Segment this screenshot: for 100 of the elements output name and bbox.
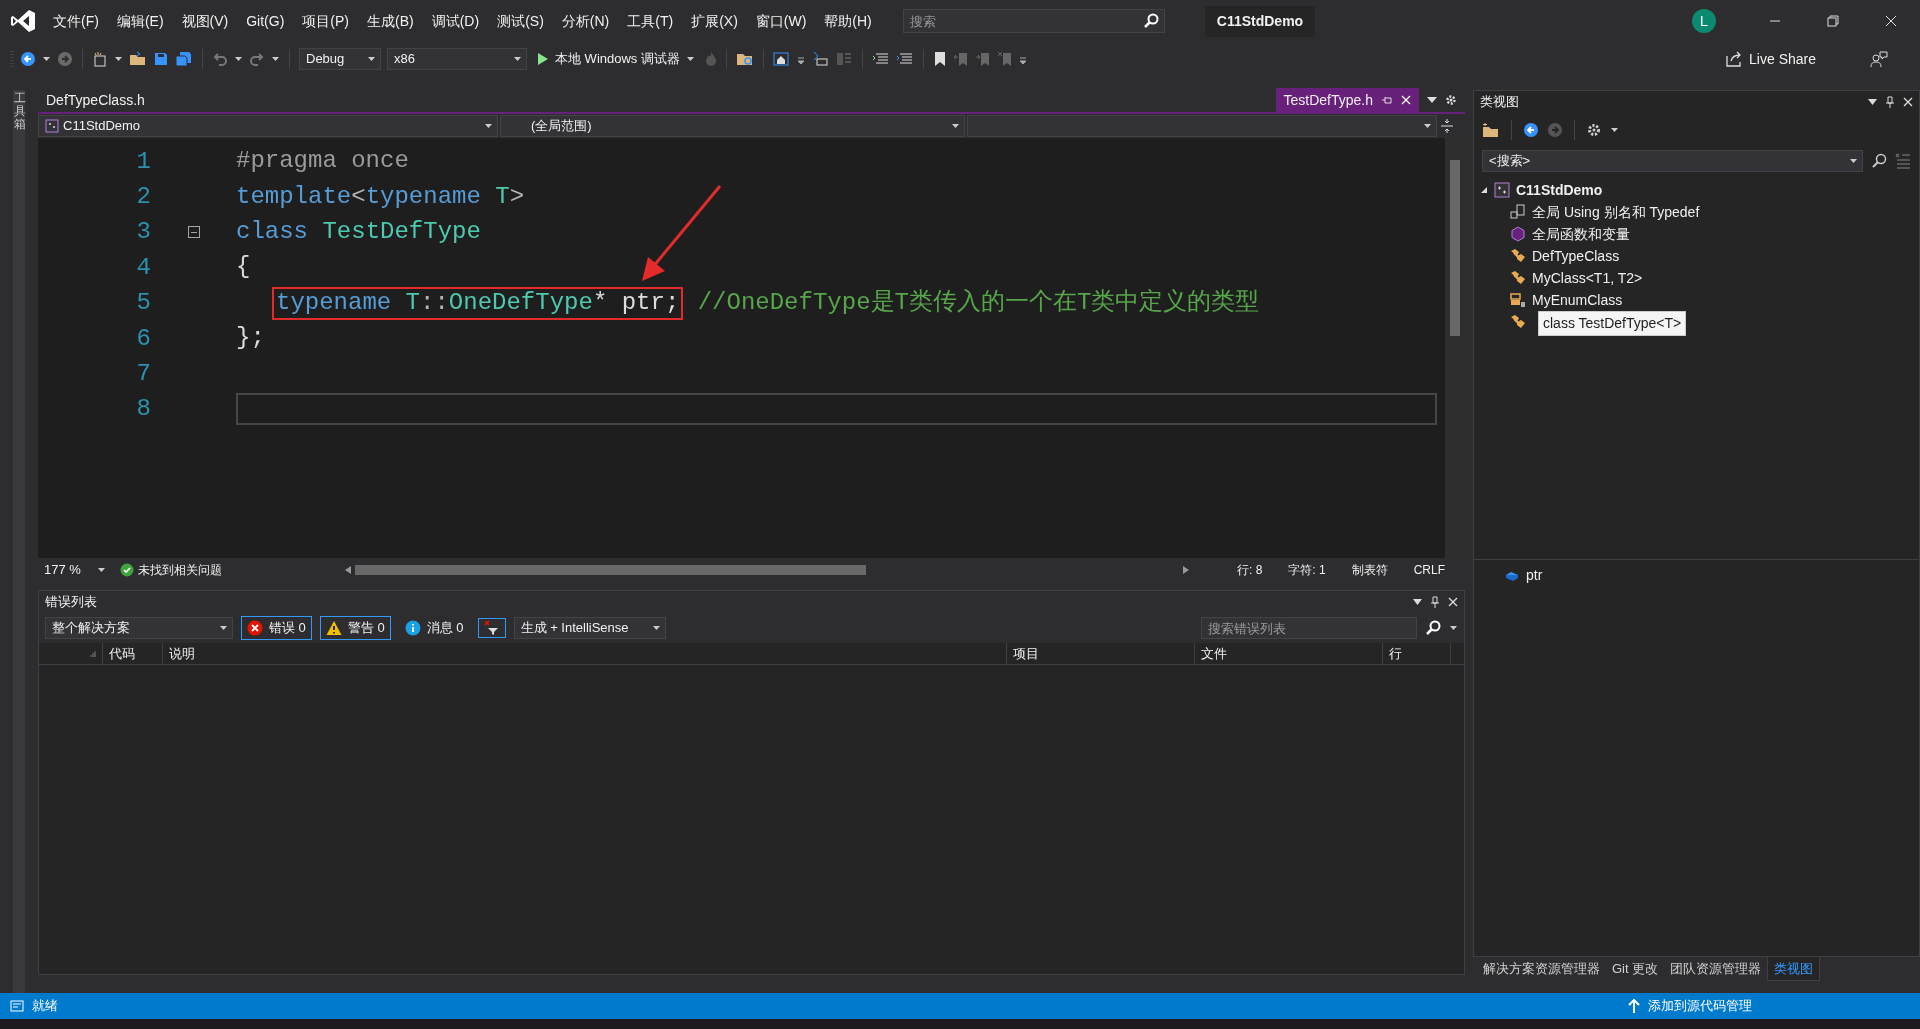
- menu-item[interactable]: 分析(N): [552, 6, 619, 36]
- new-folder-icon[interactable]: [1482, 122, 1500, 138]
- tree-item[interactable]: 全局 Using 别名和 Typedef: [1532, 201, 1700, 223]
- run-debugger-button[interactable]: 本地 Windows 调试器: [533, 47, 699, 71]
- caret-icon[interactable]: [1610, 126, 1619, 134]
- clear-bookmarks-icon[interactable]: [996, 51, 1013, 67]
- menu-item[interactable]: 文件(F): [44, 6, 108, 36]
- folder-search-icon[interactable]: [735, 51, 754, 67]
- settings-icon[interactable]: [1586, 122, 1602, 138]
- tree-item[interactable]: 全局函数和变量: [1532, 223, 1630, 245]
- restore-icon[interactable]: [1827, 15, 1839, 27]
- filter-icon[interactable]: [483, 620, 500, 636]
- toolbox-tab[interactable]: 工具箱: [13, 90, 25, 993]
- caret-icon[interactable]: [1449, 624, 1458, 632]
- menu-item[interactable]: 测试(S): [488, 6, 553, 36]
- editor-tab[interactable]: TestDefType.h: [1275, 88, 1419, 112]
- caret-icon[interactable]: [234, 55, 243, 63]
- menu-item[interactable]: 编辑(E): [107, 6, 173, 36]
- source-control-button[interactable]: 添加到源代码管理: [1648, 996, 1752, 1016]
- menu-item[interactable]: 生成(B): [358, 6, 423, 36]
- column-header[interactable]: 代码: [103, 643, 163, 664]
- platform-dropdown[interactable]: x86: [387, 48, 527, 70]
- column-header[interactable]: 行: [1383, 643, 1451, 664]
- back-icon[interactable]: [1523, 122, 1539, 138]
- caret-icon[interactable]: [114, 55, 123, 63]
- menu-item[interactable]: 项目(P): [293, 6, 358, 36]
- next-bookmark-icon[interactable]: [974, 51, 991, 67]
- scroll-arrow-icon[interactable]: [345, 565, 351, 574]
- new-project-icon[interactable]: [92, 51, 108, 67]
- search-icon[interactable]: [1871, 153, 1887, 169]
- caret-icon[interactable]: [271, 55, 280, 63]
- comment-lines-icon[interactable]: [871, 51, 890, 67]
- back-icon[interactable]: [20, 51, 36, 67]
- configuration-dropdown[interactable]: Debug: [299, 48, 381, 70]
- up-arrow-icon[interactable]: [1628, 999, 1640, 1013]
- pin-icon[interactable]: [1430, 596, 1440, 608]
- redo-icon[interactable]: [249, 51, 265, 67]
- forward-icon[interactable]: [57, 51, 73, 67]
- collapse-icon[interactable]: [187, 226, 200, 239]
- panel-tab[interactable]: 解决方案资源管理器: [1477, 957, 1606, 981]
- scroll-arrow-icon[interactable]: [1182, 565, 1189, 574]
- scope-dropdown[interactable]: 整个解决方案: [45, 617, 233, 639]
- navigation-dropdown[interactable]: C11StdDemo: [38, 115, 498, 137]
- live-share-button[interactable]: Live Share: [1719, 47, 1822, 71]
- column-header[interactable]: 项目: [1007, 643, 1195, 664]
- menu-item[interactable]: Git(G): [237, 6, 294, 36]
- search-icon[interactable]: [1142, 13, 1159, 29]
- home-window-icon[interactable]: [772, 51, 791, 67]
- tree-item[interactable]: C11StdDemo: [1516, 179, 1603, 201]
- member-item[interactable]: ptr: [1526, 564, 1543, 586]
- panel-tab[interactable]: Git 更改: [1606, 957, 1665, 981]
- uncomment-lines-icon[interactable]: [895, 51, 914, 67]
- pin-icon[interactable]: [1885, 96, 1895, 108]
- close-icon[interactable]: [1885, 15, 1897, 27]
- code-text: };: [236, 324, 265, 354]
- tab-list-caret-icon[interactable]: [1427, 96, 1437, 104]
- caret-icon[interactable]: [42, 55, 51, 63]
- dropdown-icon[interactable]: [1868, 98, 1877, 106]
- expand-icon[interactable]: [1480, 186, 1488, 194]
- close-icon[interactable]: [1448, 597, 1458, 607]
- tree-item[interactable]: MyEnumClass: [1532, 289, 1623, 311]
- tree-item[interactable]: DefTypeClass: [1532, 245, 1620, 267]
- save-icon[interactable]: [153, 51, 169, 67]
- bookmark-icon[interactable]: [932, 51, 947, 67]
- column-header[interactable]: 说明: [163, 643, 1007, 664]
- save-all-icon[interactable]: [175, 51, 193, 67]
- close-icon[interactable]: [1903, 97, 1913, 107]
- menu-item[interactable]: 视图(V): [172, 6, 238, 36]
- menu-item[interactable]: 帮助(H): [815, 6, 881, 36]
- tree-item[interactable]: MyClass<T1, T2>: [1532, 267, 1643, 289]
- search-field[interactable]: 搜索: [902, 9, 1165, 33]
- panel-tab[interactable]: 团队资源管理器: [1664, 957, 1768, 981]
- horizontal-scrollbar[interactable]: [345, 562, 1189, 577]
- search-icon[interactable]: [1425, 620, 1441, 636]
- menu-item[interactable]: 窗口(W): [746, 6, 816, 36]
- open-folder-icon[interactable]: [129, 51, 147, 67]
- search-field[interactable]: 搜索错误列表: [1201, 617, 1417, 639]
- split-icon[interactable]: [1439, 118, 1455, 134]
- menu-item[interactable]: 调试(D): [422, 6, 489, 36]
- code-text: //OneDefType是T类传入的一个在T类中定义的类型: [696, 288, 1260, 318]
- caret-icon: [484, 122, 493, 130]
- pin-icon[interactable]: [1381, 95, 1393, 105]
- undo-icon[interactable]: [212, 51, 228, 67]
- navigation-dropdown[interactable]: (全局范围): [500, 115, 965, 137]
- search-dropdown[interactable]: <搜索>: [1482, 150, 1863, 172]
- filter-toggle[interactable]: 警告 0: [319, 616, 391, 640]
- previous-bookmark-icon[interactable]: [952, 51, 969, 67]
- settings-icon[interactable]: [1445, 94, 1457, 106]
- menu-item[interactable]: 工具(T): [618, 6, 683, 36]
- filter-toggle[interactable]: 消息 0: [398, 616, 470, 640]
- menu-item[interactable]: 扩展(X): [682, 6, 747, 36]
- dropdown-icon[interactable]: [1413, 598, 1422, 606]
- account-avatar[interactable]: L: [1692, 9, 1716, 33]
- panel-tab[interactable]: 类视图: [1767, 956, 1821, 982]
- filter-toggle[interactable]: 错误 0: [241, 616, 312, 640]
- source-dropdown[interactable]: 生成 + IntelliSense: [513, 617, 666, 639]
- editor-tab[interactable]: DefTypeClass.h: [38, 88, 153, 112]
- issues-status[interactable]: 未找到相关问题: [138, 560, 222, 579]
- feedback-icon[interactable]: [1870, 50, 1888, 68]
- column-header[interactable]: 文件: [1195, 643, 1383, 664]
